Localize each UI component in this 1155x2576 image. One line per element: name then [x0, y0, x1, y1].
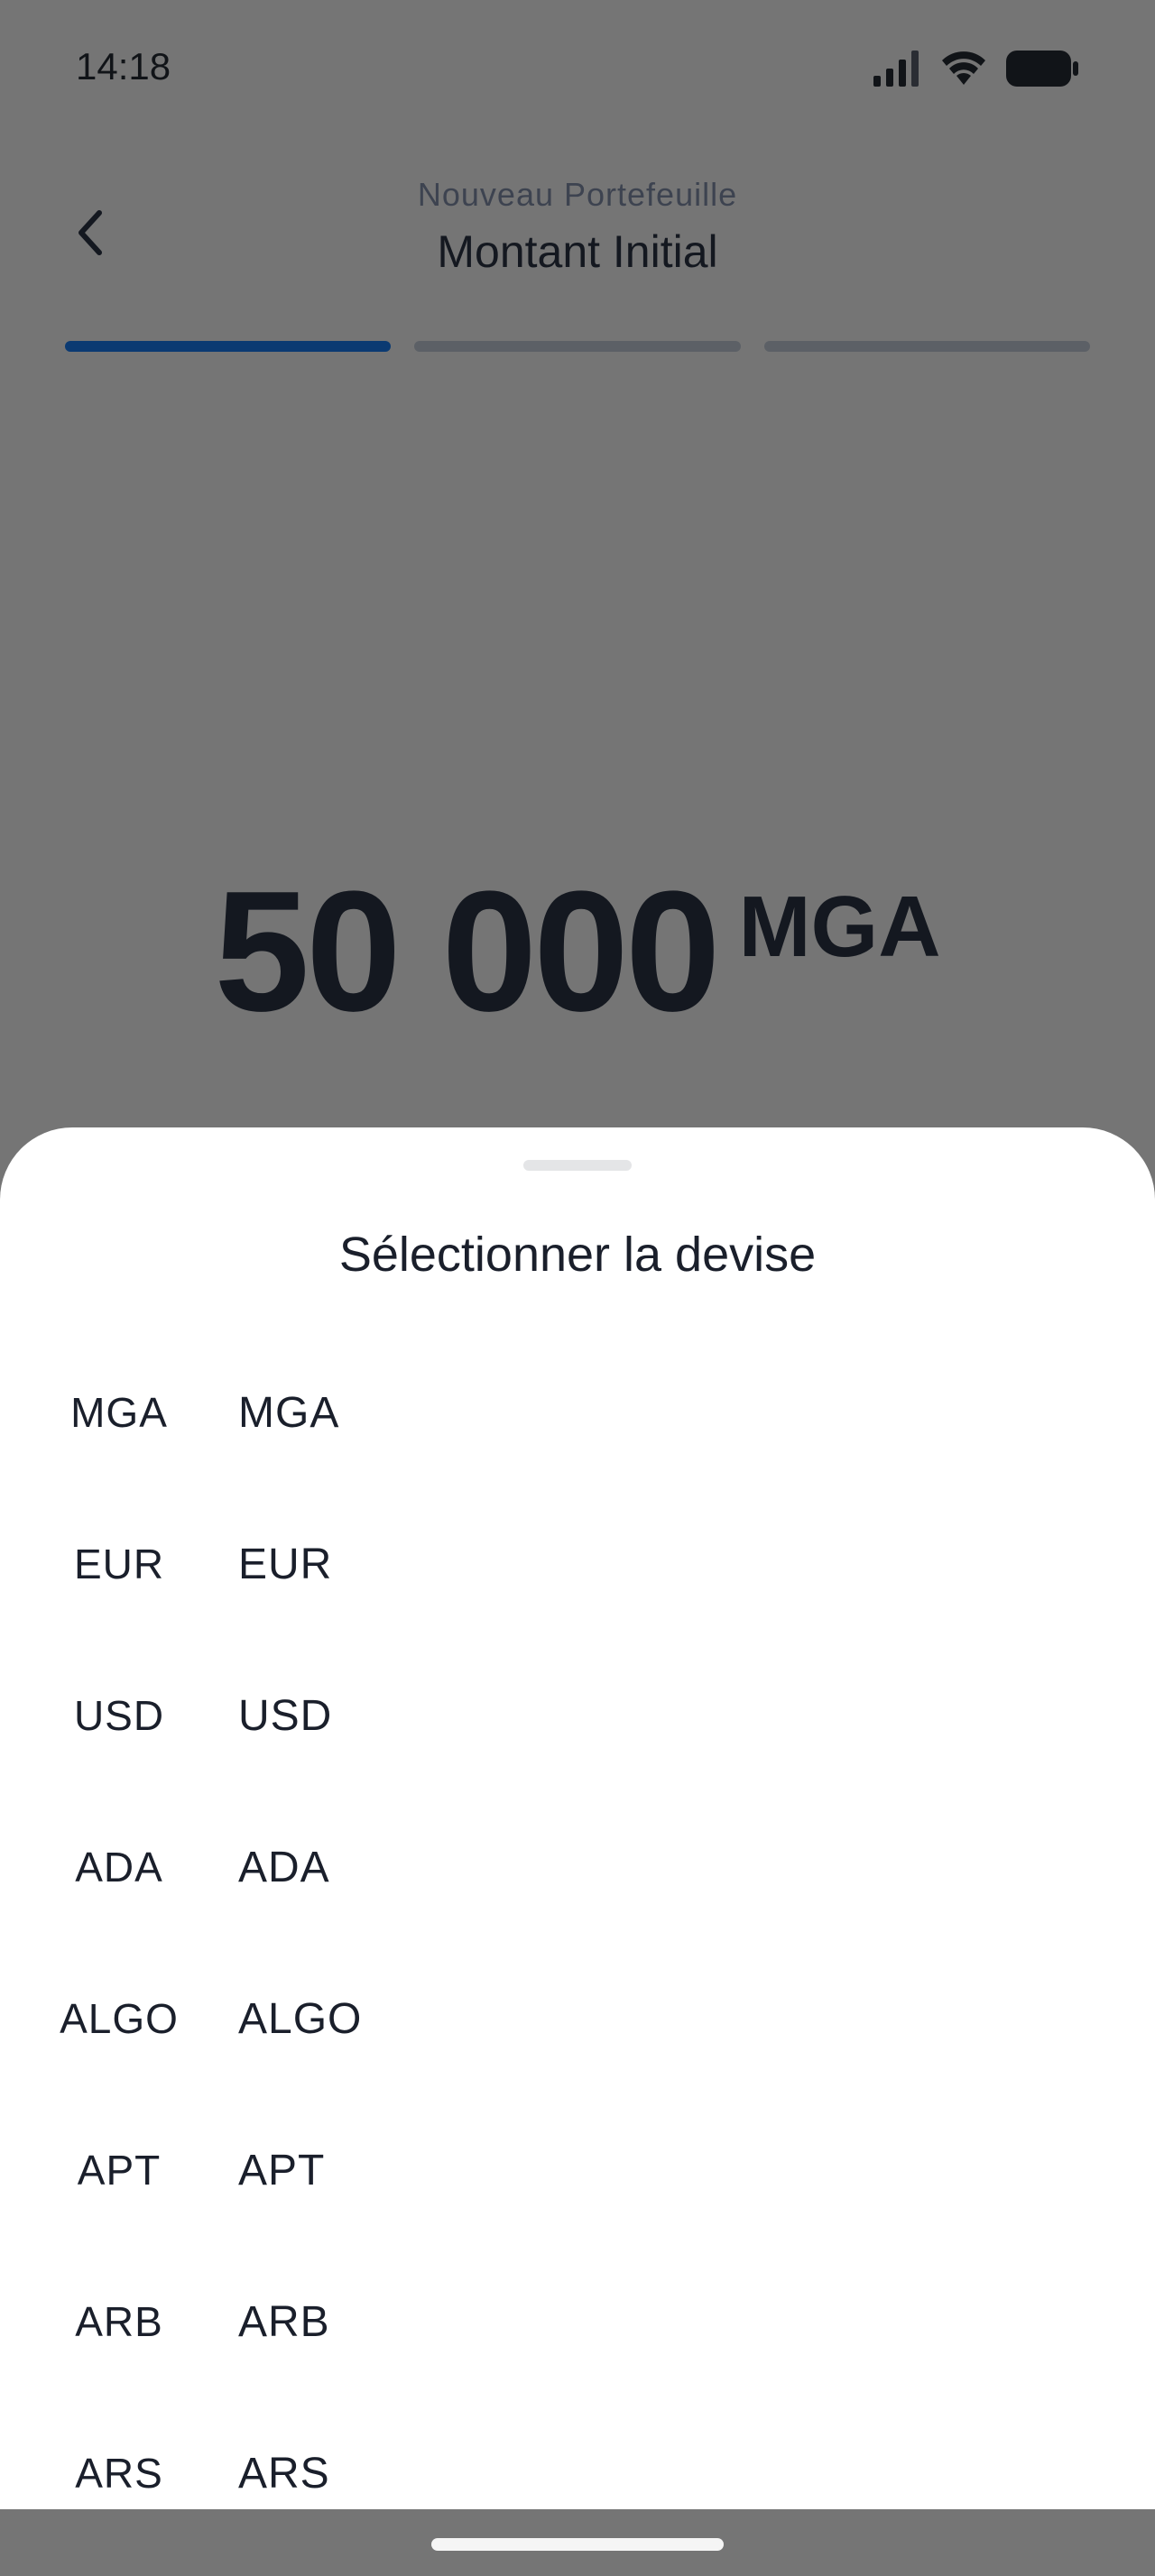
currency-code: ALGO [60, 1995, 179, 2042]
currency-item-mga[interactable]: MGA MGA [0, 1337, 1155, 1488]
currency-name: ARB [238, 2297, 330, 2346]
currency-code: MGA [70, 1389, 168, 1436]
amount-currency[interactable]: MGA [739, 884, 941, 971]
step-progress [65, 341, 1090, 352]
currency-code: APT [77, 2147, 162, 2194]
home-indicator[interactable] [431, 2538, 724, 2551]
battery-icon [1006, 51, 1078, 87]
progress-step-2 [414, 341, 741, 352]
currency-item-ada[interactable]: ADA ADA [0, 1791, 1155, 1943]
currency-code: ADA [75, 1844, 163, 1891]
currency-name: ARS [238, 2449, 330, 2498]
wifi-icon [942, 51, 985, 85]
amount-value: 50 000 [214, 856, 720, 1047]
currency-code: ARB [75, 2298, 163, 2345]
currency-item-arb[interactable]: ARB ARB [0, 2246, 1155, 2397]
currency-name: ADA [238, 1843, 330, 1891]
currency-item-ars[interactable]: ARS ARS [0, 2397, 1155, 2509]
currency-code: ARS [75, 2450, 163, 2497]
currency-list: MGA MGA EUR EUR USD USD ADA ADA ALGO ALG… [0, 1337, 1155, 2509]
currency-code: EUR [73, 1541, 165, 1587]
currency-item-apt[interactable]: APT APT [0, 2094, 1155, 2246]
currency-name: EUR [238, 1540, 333, 1588]
status-time: 14:18 [76, 45, 171, 87]
page-title: Montant Initial [437, 226, 718, 277]
currency-item-eur[interactable]: EUR EUR [0, 1488, 1155, 1640]
header: Nouveau Portefeuille Montant Initial [0, 135, 1155, 325]
cellular-signal-icon [873, 51, 919, 87]
currency-name: APT [238, 2146, 326, 2194]
currency-item-usd[interactable]: USD USD [0, 1640, 1155, 1791]
header-subtitle: Nouveau Portefeuille [417, 176, 738, 213]
status-bar: 14:18 [0, 0, 1155, 135]
status-icons [872, 50, 1079, 87]
currency-item-algo[interactable]: ALGO ALGO [0, 1943, 1155, 2094]
currency-name: MGA [238, 1388, 340, 1437]
amount-display: 50 000 MGA [0, 866, 1155, 1037]
sheet-title: Sélectionner la devise [338, 1228, 817, 1282]
currency-bottom-sheet: Sélectionner la devise MGA MGA EUR EUR U… [0, 1127, 1155, 2509]
currency-name: ALGO [238, 1994, 363, 2043]
sheet-drag-handle[interactable] [523, 1160, 632, 1171]
home-bar [0, 2509, 1155, 2576]
progress-step-1 [65, 341, 392, 352]
currency-name: USD [238, 1691, 333, 1740]
currency-code: USD [73, 1692, 165, 1739]
progress-step-3 [763, 341, 1090, 352]
